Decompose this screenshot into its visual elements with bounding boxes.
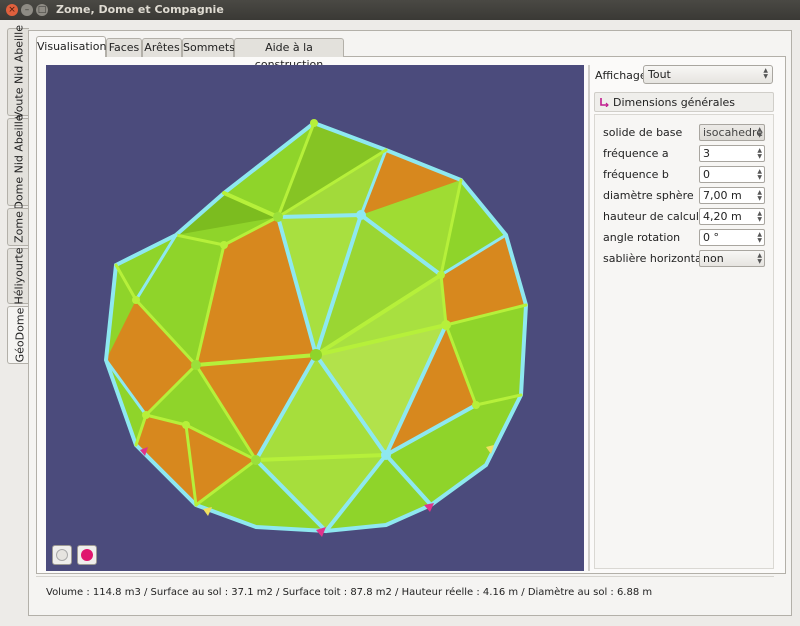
frequence-b-label: fréquence b — [603, 168, 669, 181]
chevron-updown-icon: ▲ ▼ — [757, 252, 762, 265]
spin-arrows-icon[interactable]: ▲ ▼ — [757, 190, 762, 202]
affichage-label: Affichage — [595, 69, 647, 82]
vtab-dome-nid-abeille[interactable]: Dome Nid Abeille — [7, 114, 29, 210]
hauteur-de-calcul-value: 4,20 m — [703, 210, 742, 223]
affichage-select[interactable]: Tout ▲ ▼ — [643, 65, 773, 84]
frequence-b-value: 0 — [703, 168, 710, 181]
vertical-tab-bar: Voute Nid Abeille Dome Nid Abeille Zome … — [7, 25, 31, 368]
wireframe-sphere-icon — [56, 549, 68, 561]
maximize-icon[interactable]: □ — [36, 4, 48, 16]
dimensions-section-title: Dimensions générales — [613, 96, 736, 109]
frequence-a-value: 3 — [703, 147, 710, 160]
solide-de-base-value: isocahedre — [703, 126, 764, 139]
frequence-b-spinbox[interactable]: 0 ▲ ▼ — [699, 166, 765, 183]
angle-rotation-label: angle rotation — [603, 231, 681, 244]
tab-visualisation[interactable]: Visualisation — [36, 36, 106, 57]
dimensions-section: solide de base isocahedre ▲ ▼ fréquence a… — [594, 114, 774, 569]
geodome-render — [103, 119, 529, 537]
vtab-zome[interactable]: Zome — [7, 208, 29, 246]
solide-de-base-label: solide de base — [603, 126, 683, 139]
tab-faces[interactable]: Faces — [106, 38, 142, 57]
affichage-value: Tout — [648, 68, 671, 81]
chevron-updown-icon: ▲ ▼ — [757, 126, 762, 139]
frequence-a-label: fréquence a — [603, 147, 669, 160]
status-summary: Volume : 114.8 m3 / Surface au sol : 37.… — [46, 587, 653, 598]
vtab-label: Dome Nid Abeille — [12, 114, 25, 210]
diametre-sphere-value: 7,00 m — [703, 189, 742, 202]
tab-aretes[interactable]: Arêtes — [142, 38, 182, 57]
spin-arrows-icon[interactable]: ▲ ▼ — [757, 211, 762, 223]
sabliere-horizontale-value: non — [703, 252, 724, 265]
vtab-label: Voute Nid Abeille — [12, 25, 25, 119]
hauteur-de-calcul-label: hauteur de calcul — [603, 210, 699, 223]
splitter-handle[interactable] — [588, 65, 590, 571]
chevron-updown-icon: ▲ ▼ — [763, 67, 768, 80]
3d-viewport[interactable] — [46, 65, 584, 571]
vtab-heliyourte[interactable]: Héliyourte — [7, 248, 29, 304]
diametre-sphere-spinbox[interactable]: 7,00 m ▲ ▼ — [699, 187, 765, 204]
solide-de-base-select[interactable]: isocahedre ▲ ▼ — [699, 124, 765, 141]
tab-aide-construction[interactable]: Aide à la construction — [234, 38, 344, 71]
vtab-label: Zome — [12, 211, 25, 243]
tab-sommets[interactable]: Sommets — [182, 38, 235, 57]
spin-arrows-icon[interactable]: ▲ ▼ — [757, 169, 762, 181]
dimensions-section-header[interactable]: Dimensions générales — [594, 92, 774, 112]
spin-arrows-icon[interactable]: ▲ ▼ — [757, 148, 762, 160]
frequence-a-spinbox[interactable]: 3 ▲ ▼ — [699, 145, 765, 162]
angle-rotation-value: 0 ° — [703, 231, 719, 244]
diametre-sphere-label: diamètre sphère — [603, 189, 694, 202]
color-view-button[interactable] — [77, 545, 97, 565]
title-bar: × – □ Zome, Dome et Compagnie — [0, 0, 800, 20]
status-divider — [36, 576, 774, 577]
sabliere-horizontale-select[interactable]: non ▲ ▼ — [699, 250, 765, 267]
vtab-voute-nid-abeille[interactable]: Voute Nid Abeille — [7, 25, 29, 119]
wireframe-view-button[interactable] — [52, 545, 72, 565]
hauteur-de-calcul-spinbox[interactable]: 4,20 m ▲ ▼ — [699, 208, 765, 225]
window-title: Zome, Dome et Compagnie — [56, 3, 224, 16]
app-window: × – □ Zome, Dome et Compagnie Voute Nid … — [0, 0, 800, 626]
vtab-label: GéoDome — [13, 307, 26, 363]
sabliere-horizontale-label: sablière horizontale — [603, 252, 712, 265]
angle-rotation-spinbox[interactable]: 0 ° ▲ ▼ — [699, 229, 765, 246]
spin-arrows-icon[interactable]: ▲ ▼ — [757, 232, 762, 244]
minimize-icon[interactable]: – — [21, 4, 33, 16]
expand-arrow-icon — [600, 98, 609, 107]
color-dot-icon — [81, 549, 93, 561]
settings-panel: Affichage Tout ▲ ▼ Dimensions générales s… — [594, 64, 776, 570]
vtab-label: Héliyourte — [12, 247, 25, 305]
close-icon[interactable]: × — [6, 4, 18, 16]
